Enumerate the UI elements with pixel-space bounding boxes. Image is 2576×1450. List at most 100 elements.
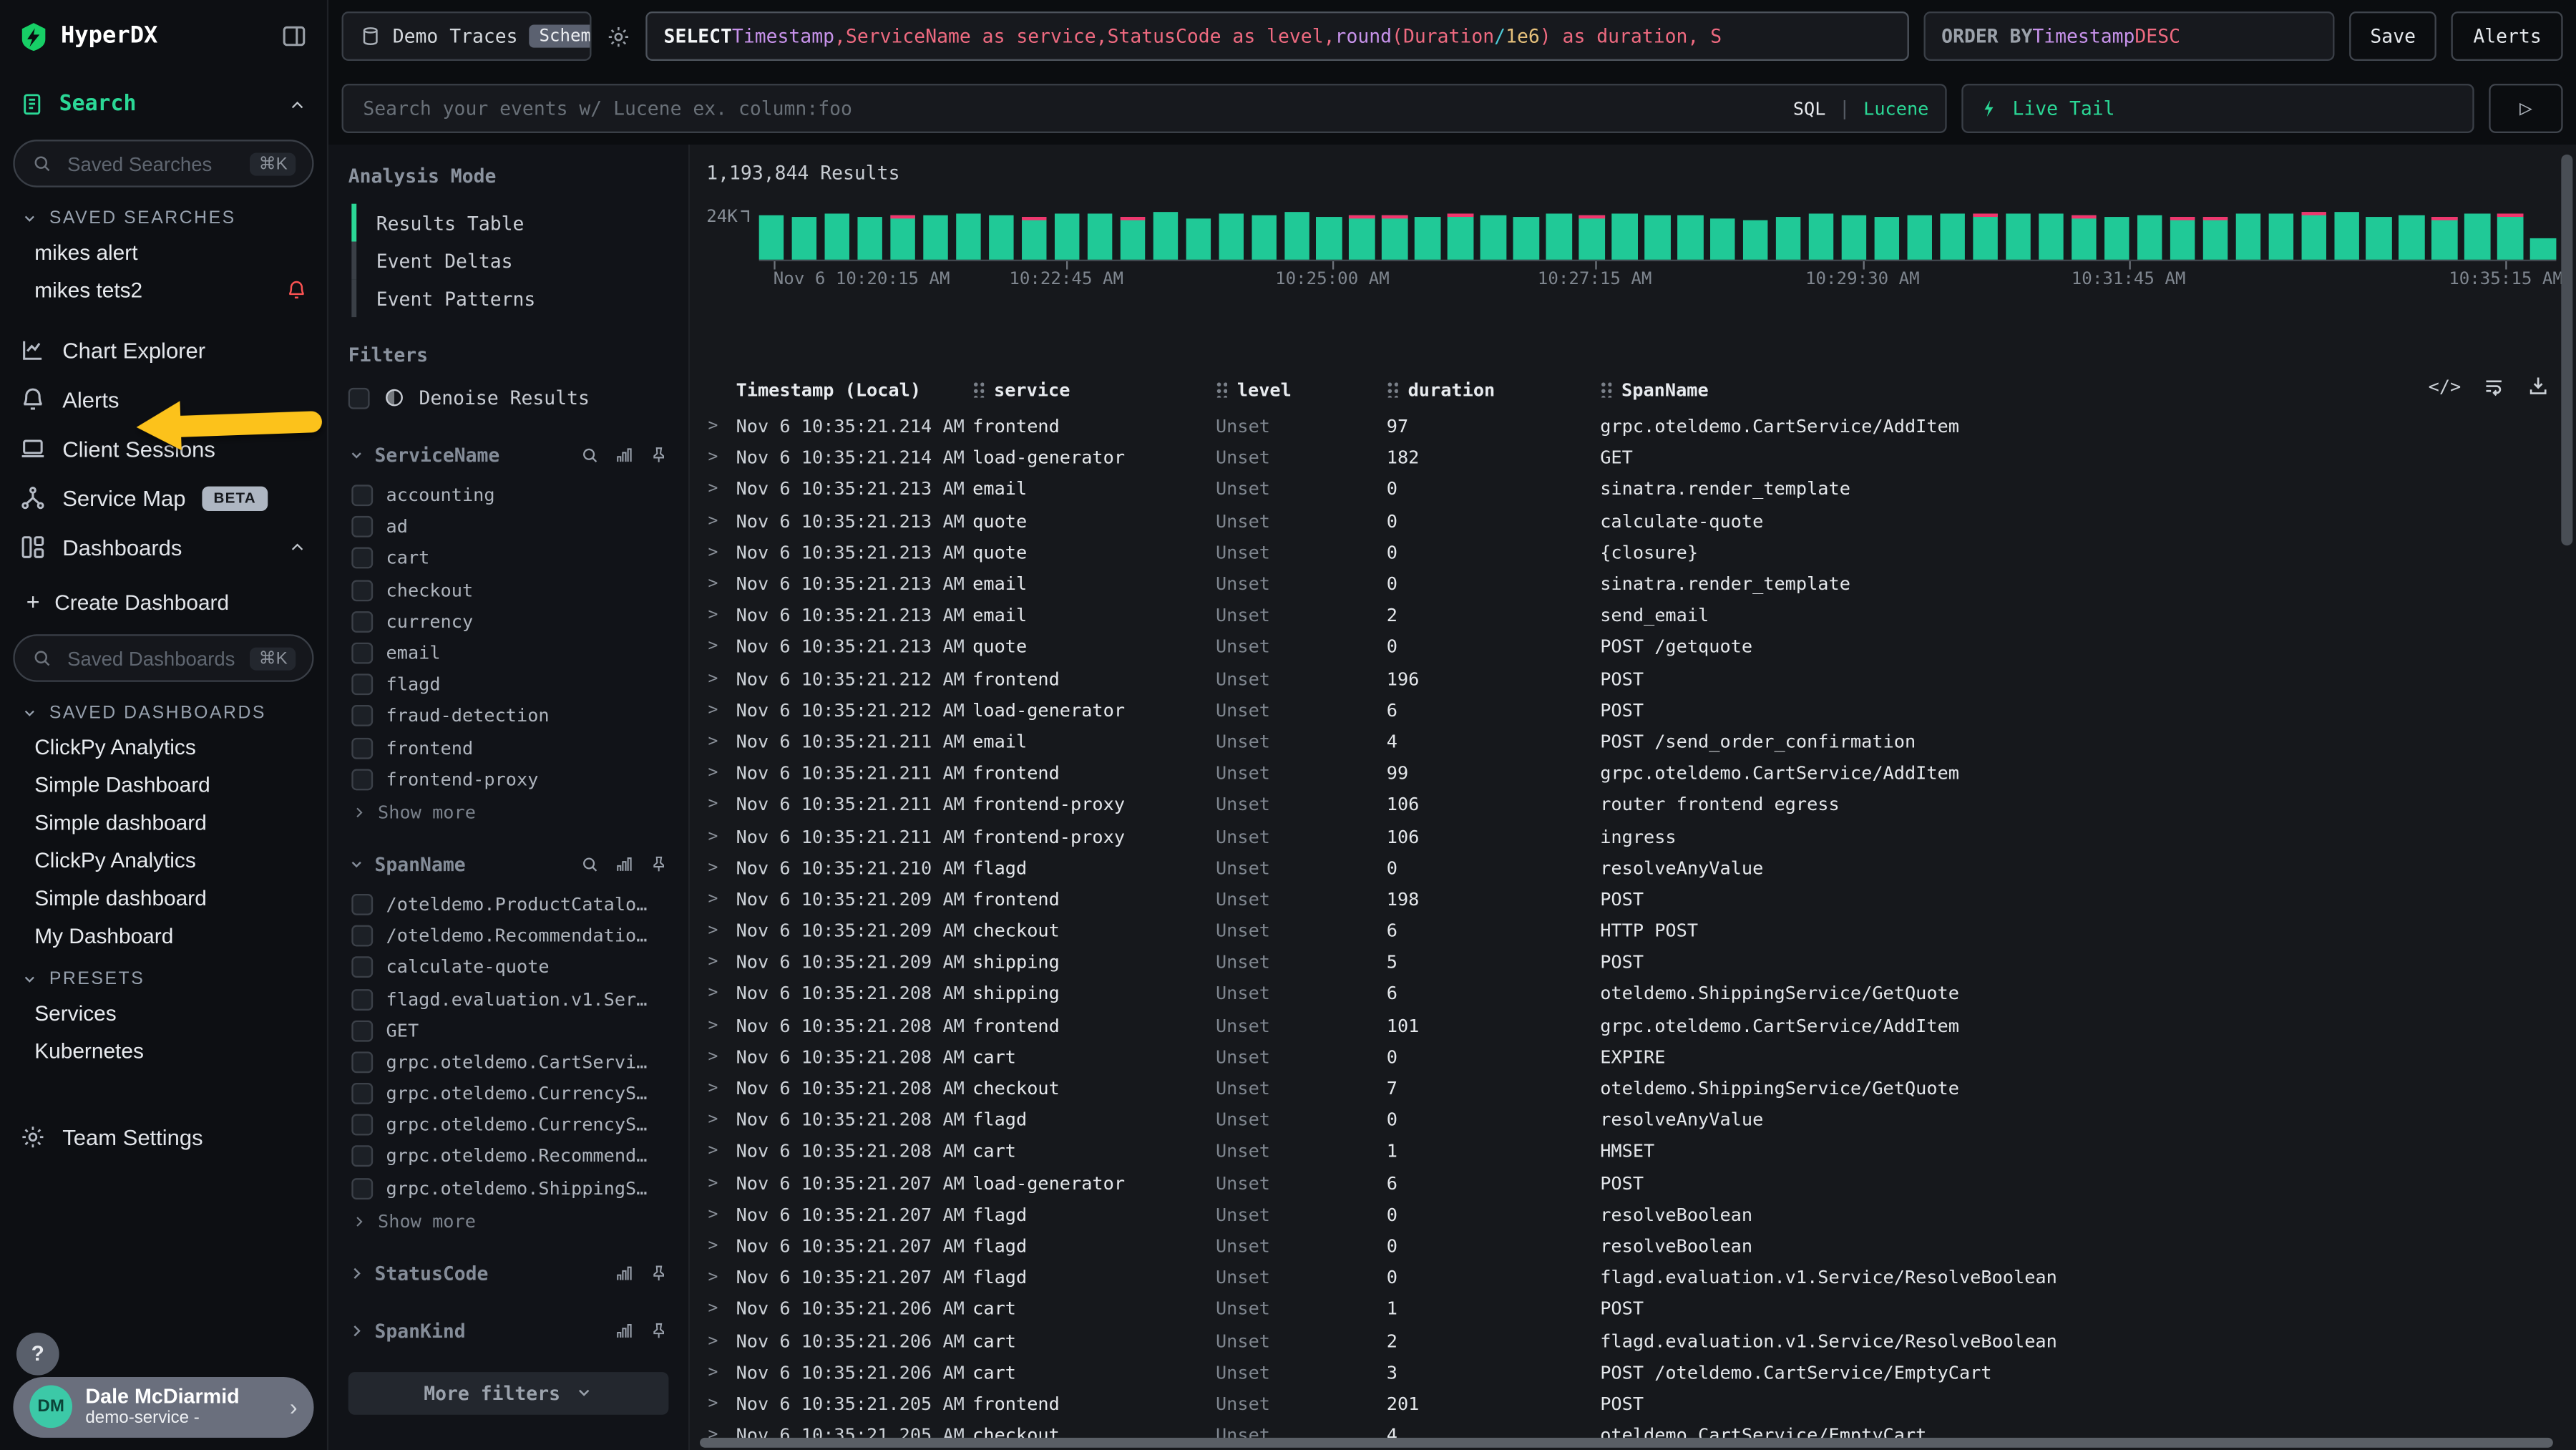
sql-mode-toggle[interactable]: SQL — [1793, 98, 1826, 120]
facet-checkbox[interactable] — [351, 769, 373, 790]
sidebar-collapse-icon[interactable] — [281, 23, 308, 49]
facet-checkbox[interactable] — [351, 580, 373, 601]
download-icon[interactable] — [2527, 374, 2550, 397]
analysis-mode-tab[interactable]: Event Patterns — [351, 279, 665, 317]
table-row[interactable]: > Nov 6 10:35:21.214 AM frontend Unset 9… — [696, 411, 2576, 442]
user-menu[interactable]: DM Dale McDiarmid demo-service - › — [13, 1376, 313, 1437]
facet-item[interactable]: grpc.oteldemo.Recommend… — [348, 1141, 669, 1172]
row-expand-chevron[interactable]: > — [696, 733, 736, 751]
facet-item[interactable]: /oteldemo.Recommendatio… — [348, 920, 669, 952]
row-expand-chevron[interactable]: > — [696, 827, 736, 845]
saved-dashboards-section[interactable]: SAVED DASHBOARDS — [0, 688, 327, 728]
histogram-bar[interactable] — [1382, 215, 1407, 260]
histogram-bar[interactable] — [2465, 213, 2490, 260]
saved-searches-field[interactable] — [64, 150, 239, 177]
order-by-input[interactable]: ORDER BY Timestamp DESC — [1923, 11, 2334, 61]
row-expand-chevron[interactable]: > — [696, 670, 736, 688]
row-expand-chevron[interactable]: > — [696, 1079, 736, 1097]
preset-item[interactable]: Services — [0, 994, 327, 1032]
histogram-bar[interactable] — [2366, 216, 2391, 260]
facet-checkbox[interactable] — [351, 737, 373, 759]
row-expand-chevron[interactable]: > — [696, 449, 736, 467]
row-expand-chevron[interactable]: > — [696, 1143, 736, 1161]
source-select[interactable]: Demo Traces Schema — [342, 11, 592, 61]
saved-searches-input[interactable]: ⌘K — [13, 140, 313, 188]
histogram-bar[interactable] — [1120, 216, 1145, 259]
table-row[interactable]: > Nov 6 10:35:21.211 AM frontend-proxy U… — [696, 789, 2576, 821]
histogram-bar[interactable] — [1317, 217, 1342, 259]
sidebar-item-service-map[interactable]: Service Map BETA — [0, 473, 327, 522]
facet-spankind-header[interactable]: SpanKind — [348, 1314, 669, 1347]
column-header-level[interactable]: level — [1216, 379, 1387, 400]
table-row[interactable]: > Nov 6 10:35:21.213 AM email Unset 0 si… — [696, 568, 2576, 600]
histogram-bar[interactable] — [2072, 215, 2097, 259]
histogram-bar[interactable] — [2399, 215, 2424, 260]
row-expand-chevron[interactable]: > — [696, 1237, 736, 1255]
analysis-mode-tab[interactable]: Event Deltas — [351, 241, 665, 279]
facet-statuscode-header[interactable]: StatusCode — [348, 1257, 669, 1290]
row-expand-chevron[interactable]: > — [696, 985, 736, 1003]
row-expand-chevron[interactable]: > — [696, 764, 736, 782]
facet-item[interactable]: grpc.oteldemo.CartServi… — [348, 1046, 669, 1078]
sidebar-item-search[interactable]: Search — [0, 72, 327, 130]
table-row[interactable]: > Nov 6 10:35:21.208 AM cart Unset 1 HMS… — [696, 1136, 2576, 1167]
run-query-button[interactable]: ▷ — [2489, 84, 2562, 133]
histogram-bar[interactable] — [857, 216, 882, 259]
table-row[interactable]: > Nov 6 10:35:21.213 AM quote Unset 0 {c… — [696, 537, 2576, 568]
table-row[interactable]: > Nov 6 10:35:21.207 AM flagd Unset 0 re… — [696, 1199, 2576, 1230]
facet-checkbox[interactable] — [351, 988, 373, 1010]
lucene-mode-toggle[interactable]: Lucene — [1863, 98, 1928, 120]
more-filters-button[interactable]: More filters — [348, 1372, 669, 1415]
facet-checkbox[interactable] — [351, 1114, 373, 1136]
histogram-bar[interactable] — [923, 215, 948, 260]
facet-checkbox[interactable] — [351, 485, 373, 507]
row-expand-chevron[interactable]: > — [696, 638, 736, 656]
presets-section[interactable]: PRESETS — [0, 955, 327, 994]
histogram-bar[interactable] — [1350, 215, 1375, 260]
row-expand-chevron[interactable]: > — [696, 922, 736, 940]
view-source-icon[interactable]: </> — [2429, 376, 2462, 397]
horizontal-scrollbar-thumb[interactable] — [700, 1437, 2553, 1447]
facet-pin-icon[interactable] — [649, 445, 669, 465]
row-expand-chevron[interactable]: > — [696, 575, 736, 593]
show-more-button[interactable]: Show more — [348, 795, 669, 823]
table-row[interactable]: > Nov 6 10:35:21.207 AM flagd Unset 0 re… — [696, 1230, 2576, 1262]
saved-dashboard-item[interactable]: Simple dashboard — [0, 879, 327, 917]
row-expand-chevron[interactable]: > — [696, 890, 736, 908]
histogram-bar[interactable] — [792, 217, 817, 259]
row-expand-chevron[interactable]: > — [696, 417, 736, 435]
facet-item[interactable]: accounting — [348, 480, 669, 511]
table-row[interactable]: > Nov 6 10:35:21.208 AM frontend Unset 1… — [696, 1010, 2576, 1041]
facet-checkbox[interactable] — [351, 925, 373, 947]
table-row[interactable]: > Nov 6 10:35:21.213 AM quote Unset 0 ca… — [696, 505, 2576, 537]
table-row[interactable]: > Nov 6 10:35:21.206 AM cart Unset 2 fla… — [696, 1325, 2576, 1357]
histogram-bar[interactable] — [824, 213, 849, 260]
column-header-timestamp[interactable]: Timestamp (Local) — [736, 379, 973, 400]
facet-item[interactable]: grpc.oteldemo.ShippingS… — [348, 1172, 669, 1204]
histogram-bar[interactable] — [1153, 212, 1178, 259]
table-row[interactable]: > Nov 6 10:35:21.209 AM shipping Unset 5… — [696, 947, 2576, 978]
histogram-bar[interactable] — [1612, 213, 1637, 260]
sidebar-item-chart-explorer[interactable]: Chart Explorer — [0, 326, 327, 375]
histogram-bar[interactable] — [989, 215, 1014, 260]
facet-checkbox[interactable] — [351, 548, 373, 570]
histogram-bar[interactable] — [1546, 214, 1571, 259]
facet-checkbox[interactable] — [351, 643, 373, 664]
preset-item[interactable]: Kubernetes — [0, 1032, 327, 1070]
table-row[interactable]: > Nov 6 10:35:21.206 AM cart Unset 1 POS… — [696, 1293, 2576, 1325]
histogram-bar[interactable] — [1415, 217, 1440, 260]
table-row[interactable]: > Nov 6 10:35:21.208 AM flagd Unset 0 re… — [696, 1104, 2576, 1136]
facet-item[interactable]: email — [348, 638, 669, 669]
facet-search-icon[interactable] — [580, 855, 600, 875]
saved-dashboard-item[interactable]: Simple Dashboard — [0, 766, 327, 804]
row-expand-chevron[interactable]: > — [696, 1048, 736, 1066]
row-expand-chevron[interactable]: > — [696, 1300, 736, 1318]
histogram-bar[interactable] — [2170, 216, 2195, 260]
row-expand-chevron[interactable]: > — [696, 1332, 736, 1350]
help-button[interactable]: ? — [16, 1332, 59, 1375]
chevron-up-icon[interactable] — [288, 537, 308, 558]
facet-checkbox[interactable] — [351, 1177, 373, 1199]
table-row[interactable]: > Nov 6 10:35:21.210 AM flagd Unset 0 re… — [696, 852, 2576, 884]
vertical-scrollbar-thumb[interactable] — [2561, 155, 2572, 545]
denoise-checkbox[interactable] — [348, 387, 370, 409]
